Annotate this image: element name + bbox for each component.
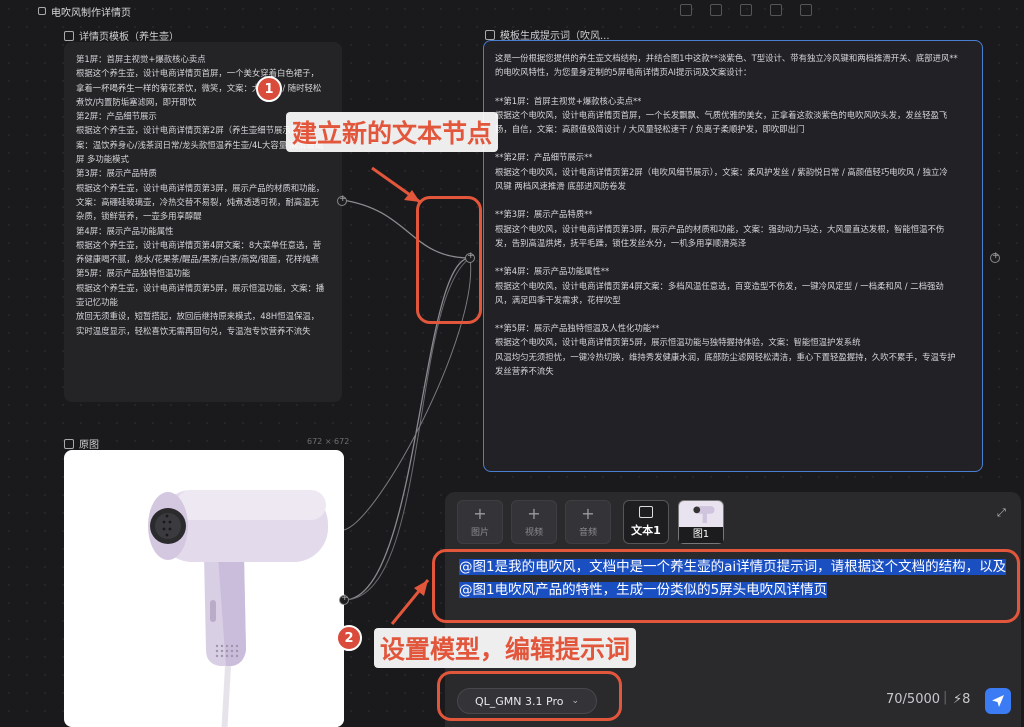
output-line: 根据这个电吹风，设计电商详情页第4屏文案：多档风温任意选，百变造型不伤发，一键冷…: [495, 280, 944, 291]
template-line: 放回无须重设，短暂搭起，放回后继持原来模式，48H恒温保温，: [76, 311, 320, 322]
annotation-number-1: 1: [256, 76, 282, 102]
output-line: 根据这个电吹风，设计电商详情页第2屏（电吹风细节展示），文案：柔风护发丝 / 紫…: [495, 166, 948, 177]
output-text[interactable]: 这是一份根据您提供的养生壶文档结构，并结合图1中这款**淡紫色、T型设计、带有独…: [495, 51, 971, 378]
expand-icon[interactable]: ⤢: [997, 506, 1006, 520]
chip-label: 音频: [578, 527, 597, 538]
send-button[interactable]: [985, 688, 1011, 714]
chip-label: 文本1: [631, 524, 661, 537]
template-line: 实时温度显示，轻松喜饮无需再回句兑，专温泡专饮营养不流失: [76, 325, 311, 336]
chip-label: 图1: [679, 527, 723, 543]
template-node[interactable]: 第1屏：首屏主视觉+爆款核心卖点根据这个养生壶，设计电商详情页首屏，一个美女穿着…: [64, 42, 342, 402]
template-line: 文案：高硼硅玻璃壶，冷热交替不易裂，炖煮透透可视，耐高温无: [76, 196, 319, 207]
template-line: 杂质，锁鲜营养，一壶多用享醇醍: [76, 211, 202, 222]
image-size-label: 672 × 672: [307, 437, 350, 446]
send-icon: [992, 695, 1004, 707]
output-line: 根据这个电吹风，设计电商详情页首屏，一个长发飘飘、气质优雅的美女，正拿着这款淡紫…: [495, 109, 948, 120]
output-line: 根据这个电吹风，设计电商详情页第5屏，展示恒温功能与独特握持体验，文案：智能恒温…: [495, 337, 861, 348]
template-node-header: 详情页模板（养生壶）: [64, 28, 179, 43]
output-line: **第1屏：首屏主视觉+爆款核心卖点**: [495, 95, 642, 106]
template-line: 根据这个养生壶，设计电商详情页第5屏，展示恒温功能，文案：播: [76, 282, 325, 293]
output-output-port[interactable]: [990, 251, 1000, 263]
add-video-button[interactable]: + 视频: [511, 500, 557, 544]
character-counter: 70/5000: [886, 692, 941, 707]
divider: |: [943, 690, 948, 705]
plus-icon: +: [581, 503, 595, 523]
template-line: 拿着一杯喝养生一样的菊花茶饮，微笑，文案：大 容量 / 随时轻松: [76, 82, 322, 93]
annotation-text-2: 设置模型，编辑提示词: [374, 628, 637, 668]
output-line: **第4屏：展示产品功能属性**: [495, 266, 610, 277]
add-image-button[interactable]: + 图片: [457, 500, 503, 544]
image-icon: [64, 438, 74, 449]
image-output-port[interactable]: [339, 593, 349, 605]
text-node-icon: [64, 30, 74, 41]
template-line: 第3屏：展示产品特质: [76, 168, 157, 179]
template-text[interactable]: 第1屏：首屏主视觉+爆款核心卖点根据这个养生壶，设计电商详情页首屏，一个美女穿着…: [76, 52, 330, 338]
template-line: 屏 多功能模式: [76, 154, 129, 165]
template-line: 根据这个养生壶，设计电商详情页第4屏文案：8大菜单任意选，营: [76, 239, 322, 250]
plus-icon: +: [473, 503, 487, 523]
annotation-highlight-prompt: [432, 549, 1020, 623]
template-node-label: 详情页模板（养生壶）: [79, 32, 179, 43]
template-line: 根据这个养生壶，设计电商详情页第3屏，展示产品的材质和功能，: [76, 182, 325, 193]
add-audio-button[interactable]: + 音频: [565, 500, 611, 544]
text-scan-icon: [639, 506, 653, 518]
template-line: 第4屏：展示产品功能属性: [76, 225, 174, 236]
output-line: 这是一份根据您提供的养生壶文档结构，并结合图1中这款**淡紫色、T型设计、带有独…: [495, 53, 958, 63]
credits-value: 8: [962, 692, 971, 707]
image-node-header: 原图: [64, 436, 99, 451]
chip-label: 视频: [524, 527, 543, 538]
template-line: 壶记忆功能: [76, 297, 118, 308]
text-node-icon: [485, 29, 495, 40]
output-line: 根据这个电吹风，设计电商详情页第3屏，展示产品的材质和功能，文案：强劲动力马达，…: [495, 223, 945, 234]
output-line: 发，告别高温烘烤，抚平毛躁，锁住发丝水分，一机多用享顺滑亮泽: [495, 237, 747, 248]
plus-icon: +: [527, 503, 541, 523]
output-line: **第2屏：产品细节展示**: [495, 152, 593, 163]
image1-reference-chip[interactable]: 图1: [678, 500, 724, 544]
annotation-highlight-model: [437, 671, 622, 721]
output-node[interactable]: 这是一份根据您提供的养生壶文档结构，并结合图1中这款**淡紫色、T型设计、带有独…: [483, 40, 983, 472]
output-line: 的电吹风特性，为您量身定制的5屏电商详情页AI提示词及文案设计：: [495, 67, 752, 78]
output-line: 风温均匀无须担忧，一键冷热切换，维持秀发健康水润，底部防尘滤网轻松清洁，重心下置…: [495, 351, 956, 362]
output-line: 发丝营养不流失: [495, 366, 554, 377]
output-line: 风，满足四季干发需求，花样吹型: [495, 294, 621, 305]
template-line: 第1屏：首屏主视觉+爆款核心卖点: [76, 54, 206, 64]
output-line: 风键 两档风速推滑 底部进风防卷发: [495, 181, 626, 192]
hair-dryer-thumbnail: [693, 506, 715, 523]
template-line: 第5屏：展示产品独特恒温功能: [76, 268, 191, 279]
template-line: 煮饮/内置防垢塞滤网，即开即饮: [76, 96, 197, 107]
template-output-port[interactable]: [337, 194, 347, 206]
image-node-label: 原图: [79, 440, 99, 451]
hair-dryer-image: [76, 460, 344, 727]
image-node[interactable]: [64, 450, 344, 727]
lightning-icon: ⚡: [953, 692, 963, 707]
output-line: **第3屏：展示产品特质**: [495, 209, 593, 220]
annotation-number-2: 2: [336, 625, 362, 651]
text1-reference-chip[interactable]: 文本1: [623, 500, 669, 544]
annotation-highlight-new-node: [416, 196, 482, 324]
template-line: 养健康喝不腻，烧水/花果茶/醒品/黑茶/白茶/燕窝/银面，花样炖煮: [76, 254, 320, 265]
template-line: 根据这个养生壶，设计电商详情页首屏，一个美女穿着白色裙子，: [76, 68, 319, 79]
output-line: **第5屏：展示产品独特恒温及人性化功能**: [495, 323, 660, 334]
credits-display: ⚡8: [953, 692, 970, 707]
output-line: 扬，自信，文案：高颜值极简设计 / 大风量轻松速干 / 负离子柔顺护发，即吹即出…: [495, 124, 805, 135]
annotation-text-1: 建立新的文本节点: [286, 112, 499, 152]
chip-label: 图片: [470, 527, 489, 538]
